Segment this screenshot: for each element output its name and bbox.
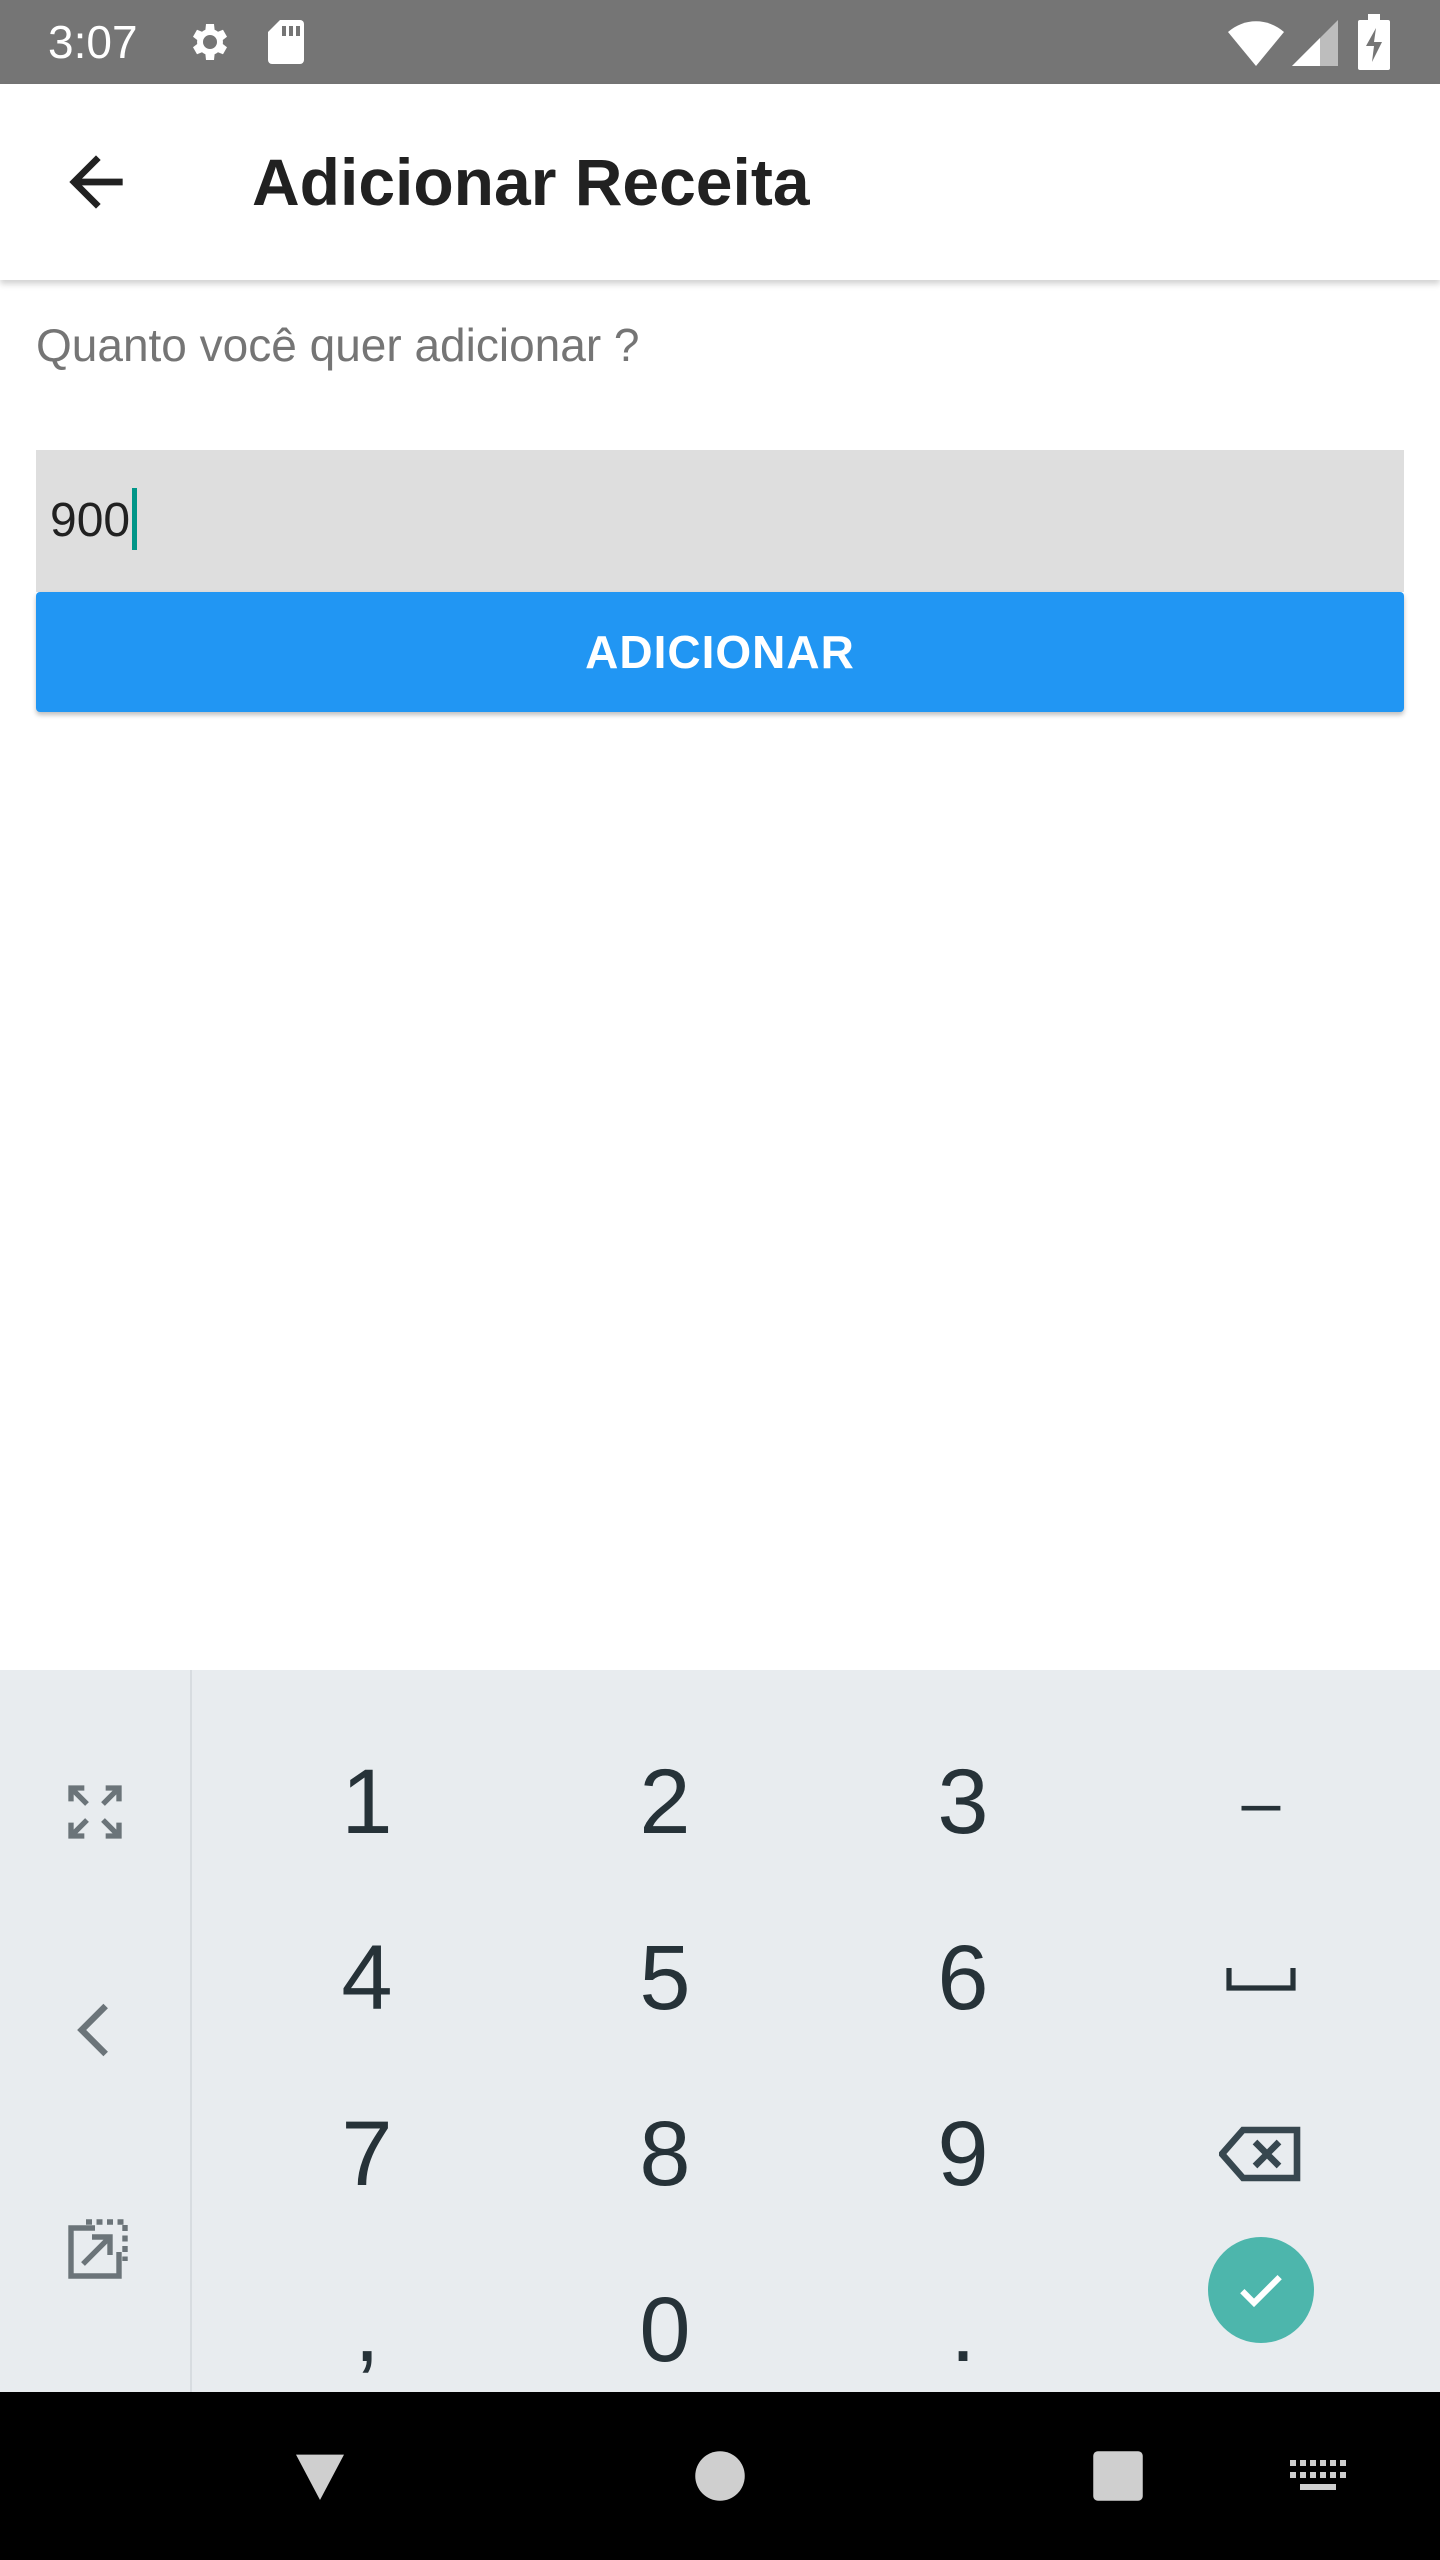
key-8[interactable]: 8	[516, 2066, 814, 2242]
keyboard-side-panel	[0, 1670, 192, 2392]
backspace-icon	[1219, 2126, 1301, 2182]
check-icon	[1240, 2275, 1282, 2308]
key-space[interactable]	[1112, 1890, 1410, 2066]
cursor-left-key[interactable]	[0, 1930, 190, 2130]
amount-field[interactable]: 900	[36, 450, 1404, 592]
back-button[interactable]	[56, 142, 136, 222]
wifi-icon	[1228, 21, 1284, 66]
key-6[interactable]: 6	[814, 1890, 1112, 2066]
back-triangle-icon	[296, 2454, 344, 2500]
status-bar: 3:07	[0, 0, 1440, 84]
enter-key-circle	[1208, 2237, 1314, 2343]
recents-square-icon	[1093, 2451, 1143, 2501]
key-enter[interactable]	[1112, 2202, 1410, 2378]
battery-charging-icon	[1358, 14, 1390, 70]
popout-icon	[68, 2219, 128, 2279]
expand-keyboard-key[interactable]	[0, 1712, 190, 1912]
app-bar: Adicionar Receita	[0, 84, 1440, 280]
key-7[interactable]: 7	[218, 2066, 516, 2242]
key-9[interactable]: 9	[814, 2066, 1112, 2242]
key-minus[interactable]: –	[1112, 1714, 1410, 1890]
nav-keyboard-switch-button[interactable]	[1278, 2436, 1358, 2516]
nav-back-button[interactable]	[280, 2436, 360, 2516]
amount-value: 900	[50, 494, 131, 547]
keyboard-switch-icon	[1290, 2460, 1346, 2490]
key-1[interactable]: 1	[218, 1714, 516, 1890]
text-caret	[132, 488, 138, 551]
sd-card-icon	[268, 20, 304, 64]
popout-keyboard-key[interactable]	[0, 2152, 190, 2352]
chevron-left-icon	[77, 2003, 108, 2057]
key-5[interactable]: 5	[516, 1890, 814, 2066]
key-4[interactable]: 4	[218, 1890, 516, 2066]
home-circle-icon	[695, 2451, 745, 2501]
status-time: 3:07	[48, 16, 138, 68]
system-nav-bar	[0, 2392, 1440, 2560]
signal-icon	[1292, 20, 1338, 66]
nav-recents-button[interactable]	[1078, 2436, 1158, 2516]
key-3[interactable]: 3	[814, 1714, 1112, 1890]
add-button[interactable]: ADICIONAR	[36, 592, 1404, 712]
key-2[interactable]: 2	[516, 1714, 814, 1890]
numeric-keyboard: 1 2 3 – 4 5 6 7 8 9 , 0 .	[0, 1670, 1440, 2392]
gear-icon	[193, 24, 227, 60]
nav-home-button[interactable]	[680, 2436, 760, 2516]
expand-icon	[68, 1785, 122, 1839]
arrow-left-icon	[69, 155, 123, 209]
space-icon	[1226, 1968, 1296, 1991]
amount-input[interactable]: 900	[50, 450, 138, 592]
amount-prompt: Quanto você quer adicionar ?	[36, 319, 640, 371]
page-title: Adicionar Receita	[252, 145, 810, 219]
